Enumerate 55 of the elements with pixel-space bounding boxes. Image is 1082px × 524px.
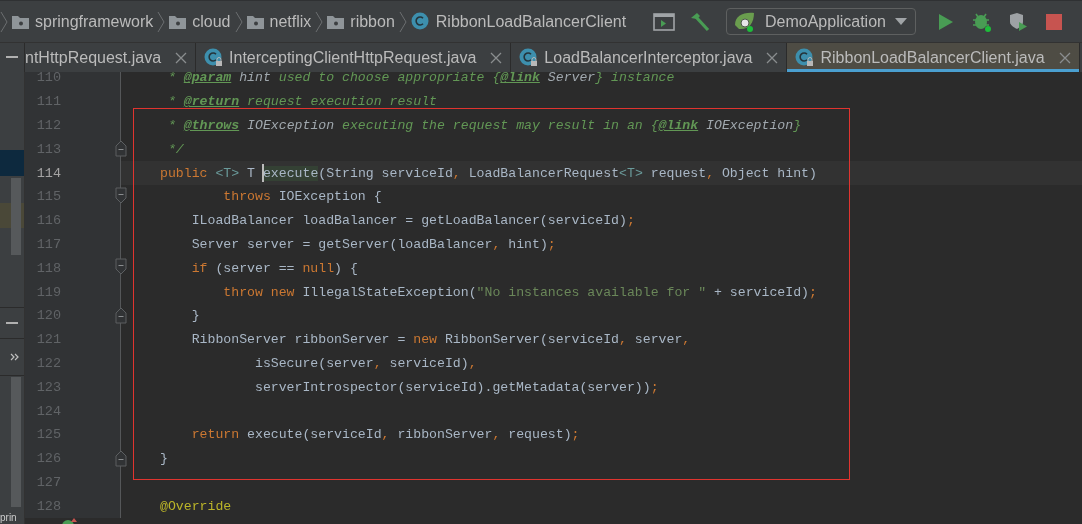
code-line: public <T> T execute(String serviceId, LoadBalancerRequest<T> request, Object hint)	[160, 165, 817, 181]
breadcrumb-label: cloud	[192, 12, 231, 31]
code-line: throws IOException {	[222, 189, 382, 205]
chevron-icon	[0, 10, 8, 33]
breadcrumb-item[interactable]: cloud	[165, 12, 235, 31]
chevron-icon	[157, 10, 166, 33]
minus-icon[interactable]	[6, 56, 18, 59]
scrollbar-thumb[interactable]	[11, 377, 21, 507]
code-line: isSecure(server, serviceId),	[253, 355, 477, 371]
close-icon[interactable]	[175, 51, 188, 64]
selected-row-highlight	[0, 150, 24, 176]
line-number: 114	[35, 165, 61, 181]
code-line: serverIntrospector(serviceId).getMetadata(server));	[253, 379, 659, 395]
code-line: @Override	[160, 498, 232, 514]
fold-marker-icon[interactable]	[115, 139, 127, 158]
code-line: if (server == null) {	[190, 260, 358, 276]
folder-icon	[12, 14, 29, 29]
code-line: */	[166, 141, 184, 157]
class-icon	[410, 12, 430, 31]
breadcrumb-item[interactable]: netflix	[242, 12, 316, 31]
double-chevron-icon[interactable]	[10, 353, 20, 361]
minus-icon[interactable]	[6, 321, 18, 325]
code-line: ILoadBalancer loadBalancer = getLoadBalancer(serviceId);	[190, 213, 635, 229]
chevron-icon	[234, 10, 243, 33]
fold-marker-icon[interactable]	[115, 448, 127, 467]
run-configuration-dropdown[interactable]: DemoApplication	[726, 8, 916, 35]
breadcrumb-item[interactable]: ribbon	[323, 12, 399, 31]
fold-marker-icon[interactable]	[115, 305, 127, 324]
code-line: * @return request execution result	[166, 94, 437, 110]
folder-icon	[327, 14, 345, 29]
breadcrumb-item[interactable]: springframework	[8, 12, 158, 31]
chevron-icon	[315, 10, 324, 33]
code-line: RibbonServer ribbonServer = new RibbonServer(serviceId, server,	[190, 332, 691, 348]
folder-icon	[169, 14, 187, 29]
code-line: }	[160, 451, 168, 467]
chevron-icon	[398, 10, 407, 33]
close-icon[interactable]	[766, 51, 779, 64]
breadcrumb-label: springframework	[35, 12, 154, 31]
fold-marker-icon[interactable]	[115, 187, 127, 205]
code-line: * @param hint used to choose appropriate {@link Server} instance	[166, 72, 675, 86]
text-caret	[261, 164, 264, 183]
breadcrumb-label: netflix	[269, 12, 312, 31]
folder-icon	[246, 14, 264, 29]
code-line: }	[190, 308, 200, 324]
scrollbar-thumb[interactable]	[11, 178, 21, 255]
caret-icon	[895, 17, 907, 26]
close-icon[interactable]	[490, 51, 503, 64]
fold-marker-icon[interactable]	[115, 258, 127, 277]
code-line: Server server = getServer(loadBalancer, hint);	[190, 236, 556, 252]
editor-tab[interactable]: RibbonLoadBalancerClient.java	[787, 43, 1080, 72]
code-line: * @throws IOException executing the request may result in an {@link IOException}	[166, 118, 802, 133]
code-line: return execute(serviceId, ribbonServer, request);	[190, 427, 580, 443]
code-line: throw new IllegalStateException("No instances available for " + serviceId);	[222, 284, 817, 300]
breadcrumb-label: ribbon	[350, 12, 395, 31]
close-icon[interactable]	[1058, 51, 1071, 64]
